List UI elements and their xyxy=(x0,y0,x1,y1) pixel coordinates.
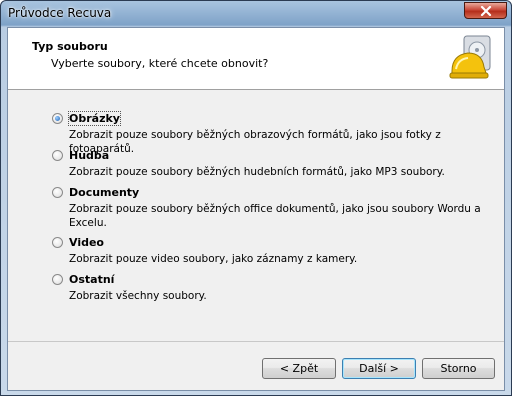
option-description: Zobrazit pouze soubory běžných office do… xyxy=(69,203,481,229)
next-button[interactable]: Další > xyxy=(342,358,416,379)
option-description: Zobrazit všechny soubory. xyxy=(69,290,207,302)
close-button[interactable] xyxy=(464,2,507,19)
radio-documents[interactable] xyxy=(52,187,63,198)
option-label: Documenty xyxy=(69,186,140,199)
back-button[interactable]: < Zpět xyxy=(262,358,336,379)
radio-video[interactable] xyxy=(52,237,63,248)
option-label: Hudba xyxy=(69,149,110,162)
radio-other[interactable] xyxy=(52,274,63,285)
radio-music[interactable] xyxy=(52,150,63,161)
wizard-body: Typ souboru Vyberte soubory, které chcet… xyxy=(7,27,505,391)
option-description: Zobrazit pouze video soubory, jako zázna… xyxy=(69,253,358,265)
window-title: Průvodce Recuva xyxy=(8,6,112,20)
wizard-header: Typ souboru Vyberte soubory, které chcet… xyxy=(8,28,504,90)
wizard-window: Průvodce Recuva Typ souboru Vyberte soub… xyxy=(0,0,512,396)
option-description: Zobrazit pouze soubory běžných hudebních… xyxy=(69,166,445,178)
option-description: Zobrazit pouze soubory běžných obrazovýc… xyxy=(69,129,441,155)
footer-divider xyxy=(8,341,504,342)
cancel-button[interactable]: Storno xyxy=(422,358,495,379)
option-label: Video xyxy=(69,236,104,249)
option-label: Obrázky xyxy=(68,111,121,126)
title-bar[interactable]: Průvodce Recuva xyxy=(1,1,511,27)
page-title: Typ souboru xyxy=(32,40,108,53)
option-label: Ostatní xyxy=(69,273,115,286)
recuva-logo-icon xyxy=(449,35,491,79)
close-icon xyxy=(480,6,492,16)
page-subtitle: Vyberte soubory, které chcete obnovit? xyxy=(51,57,269,70)
radio-images[interactable] xyxy=(52,113,63,124)
